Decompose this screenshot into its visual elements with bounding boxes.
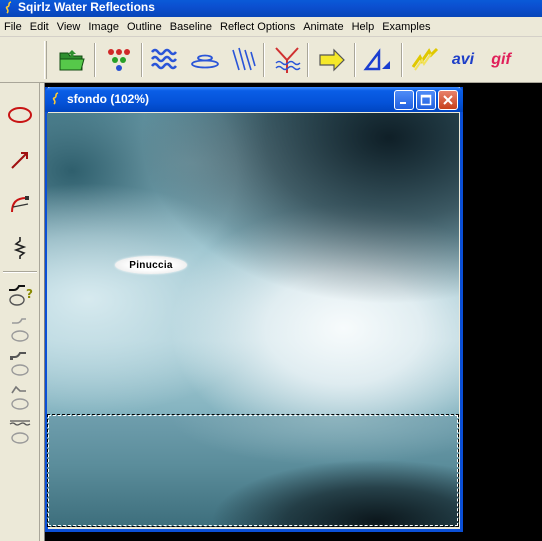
image-canvas[interactable]: Pinuccia — [47, 113, 459, 527]
baseline-question-icon: ? — [9, 285, 33, 306]
toolbar-separator — [141, 43, 143, 77]
menu-baseline[interactable]: Baseline — [167, 18, 215, 36]
toolbar-separator — [263, 43, 265, 77]
close-button[interactable] — [438, 90, 458, 110]
waves-button[interactable] — [148, 44, 182, 76]
baseline-tool-5[interactable] — [4, 417, 36, 447]
line-tool[interactable] — [4, 145, 36, 175]
toolbar-separator — [354, 43, 356, 77]
gif-label: gif — [491, 51, 511, 68]
menu-view[interactable]: View — [54, 18, 84, 36]
baseline-tool-2[interactable] — [4, 315, 36, 345]
app-icon — [5, 1, 12, 14]
app-title-bar: Sqirlz Water Reflections — [0, 0, 542, 17]
toolbar-separator — [94, 43, 96, 77]
svg-text:?: ? — [26, 287, 33, 301]
save-gif-button[interactable]: gif — [484, 44, 518, 76]
menu-animate[interactable]: Animate — [300, 18, 346, 36]
minimize-icon — [400, 102, 406, 104]
curve-tool[interactable] — [4, 189, 36, 219]
menu-reflect-options[interactable]: Reflect Options — [217, 18, 298, 36]
minimize-button[interactable] — [394, 90, 414, 110]
arrow-right-icon — [319, 48, 345, 72]
waves-icon — [151, 48, 177, 70]
lightning-icon — [411, 47, 439, 71]
menu-help[interactable]: Help — [349, 18, 378, 36]
reflect-button[interactable] — [270, 44, 304, 76]
open-folder-icon — [59, 50, 85, 71]
baseline-faded-icon — [11, 318, 29, 342]
save-avi-button[interactable]: avi — [446, 44, 480, 76]
zigzag-tool[interactable] — [4, 233, 36, 263]
ripples-icon — [191, 54, 219, 69]
perspective-button[interactable] — [362, 44, 396, 76]
arrow-line-icon — [11, 152, 28, 169]
app-title: Sqirlz Water Reflections — [18, 0, 155, 14]
menu-edit[interactable]: Edit — [27, 18, 52, 36]
toolbar-separator — [307, 43, 309, 77]
menu-bar: File Edit View Image Outline Baseline Re… — [0, 17, 542, 37]
tool-palette: ? — [0, 83, 40, 541]
reflection-selection[interactable] — [47, 414, 459, 527]
palette-separator — [3, 271, 37, 273]
maximize-icon — [420, 94, 432, 106]
pinuccia-label: Pinuccia — [115, 256, 187, 274]
toolbar-grip — [44, 41, 47, 79]
maximize-button[interactable] — [416, 90, 436, 110]
color-dots-icon — [108, 49, 130, 71]
curve-icon — [11, 196, 29, 213]
open-file-button[interactable] — [55, 44, 89, 76]
triangles-icon — [363, 48, 390, 71]
reflect-icon — [275, 47, 301, 73]
menu-file[interactable]: File — [1, 18, 25, 36]
avi-label: avi — [451, 51, 475, 68]
rain-icon — [232, 47, 256, 71]
menu-examples[interactable]: Examples — [379, 18, 433, 36]
baseline-tool-4[interactable] — [4, 383, 36, 413]
rain-button[interactable] — [226, 44, 260, 76]
menu-image[interactable]: Image — [85, 18, 122, 36]
pinuccia-label-text: Pinuccia — [129, 259, 173, 271]
baseline-faded-icon — [11, 385, 29, 410]
ellipse-icon — [8, 107, 32, 123]
play-button[interactable] — [315, 44, 349, 76]
document-title: sfondo (102%) — [67, 92, 150, 106]
document-icon — [52, 92, 59, 105]
zigzag-icon — [13, 237, 27, 259]
close-icon — [443, 95, 453, 105]
menu-outline[interactable]: Outline — [124, 18, 165, 36]
baseline-faded-icon — [10, 352, 29, 376]
ellipse-tool[interactable] — [4, 100, 36, 130]
toolbar: avi gif — [0, 37, 542, 83]
toolbar-separator — [401, 43, 403, 77]
lightning-button[interactable] — [408, 44, 442, 76]
document-title-bar[interactable]: sfondo (102%) — [45, 87, 463, 112]
baseline-tool-3[interactable] — [4, 349, 36, 379]
baseline-help-tool[interactable]: ? — [4, 279, 36, 309]
ripples-button[interactable] — [188, 44, 222, 76]
baseline-faded-icon — [9, 420, 31, 444]
colors-button[interactable] — [102, 44, 136, 76]
